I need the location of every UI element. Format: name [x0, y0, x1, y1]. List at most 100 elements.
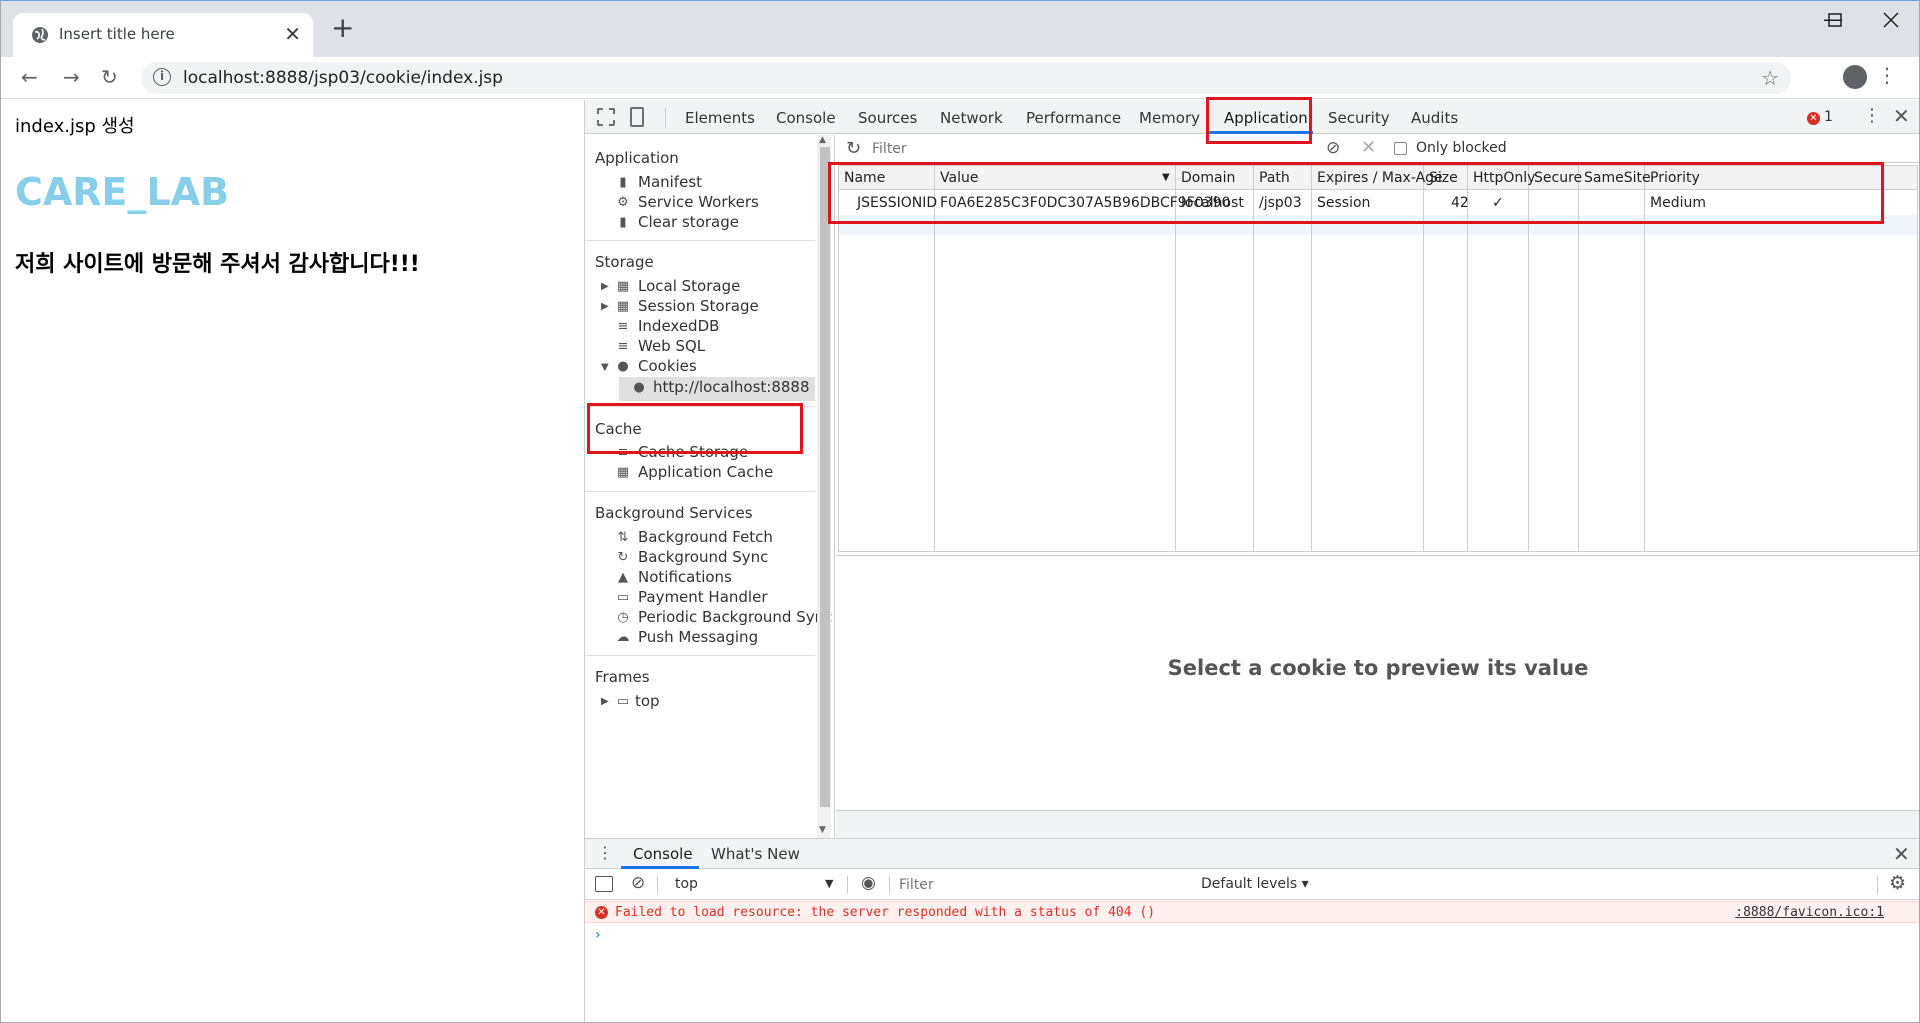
cloud-icon: ☁ — [616, 630, 630, 645]
inspect-icon[interactable] — [597, 108, 615, 126]
sidebar-item-cookie-origin[interactable]: http://localhost:8888 — [653, 378, 810, 396]
browser-tab[interactable]: Insert title here ✕ — [13, 13, 313, 57]
sidebar-item-periodic-background-sync[interactable]: Periodic Background Sync — [638, 608, 832, 626]
column-header-path[interactable]: Path — [1259, 170, 1290, 186]
info-icon[interactable]: i — [153, 68, 171, 86]
devtools-tabbar: Elements Console Sources Network Perform… — [585, 100, 1919, 134]
delete-selected-icon[interactable]: ✕ — [1361, 137, 1376, 158]
tab-audits[interactable]: Audits — [1411, 109, 1458, 127]
sidebar-item-manifest[interactable]: Manifest — [638, 173, 702, 191]
scroll-down-icon[interactable]: ▼ — [819, 825, 826, 835]
column-header-samesite[interactable]: SameSite — [1584, 170, 1651, 186]
sidebar-item-cache-storage[interactable]: Cache Storage — [638, 443, 748, 461]
cookie-path-cell[interactable]: /jsp03 — [1259, 195, 1302, 211]
refresh-icon[interactable]: ↻ — [846, 138, 861, 159]
tab-close-icon[interactable]: ✕ — [284, 22, 301, 46]
divider — [585, 406, 815, 407]
cookie-filter-input[interactable] — [872, 138, 1312, 160]
application-sidebar: Application ▮ Manifest ⚙ Service Workers… — [585, 135, 835, 838]
console-prompt[interactable]: › — [595, 927, 601, 943]
drawer-tab-whats-new[interactable]: What's New — [711, 845, 800, 863]
column-divider — [935, 166, 1176, 551]
tab-application[interactable]: Application — [1224, 109, 1308, 127]
star-icon[interactable]: ☆ — [1761, 66, 1779, 90]
column-header-domain[interactable]: Domain — [1181, 170, 1235, 186]
log-levels-dropdown[interactable]: Default levels ▾ — [1201, 876, 1309, 892]
tab-network[interactable]: Network — [940, 109, 1003, 127]
reload-icon[interactable]: ↻ — [101, 65, 118, 89]
column-header-size[interactable]: Size — [1429, 170, 1458, 186]
expand-icon[interactable]: ▶ — [601, 696, 609, 707]
gear-icon[interactable]: ⚙ — [1889, 872, 1906, 894]
tab-security[interactable]: Security — [1328, 109, 1390, 127]
error-source-link[interactable]: :8888/favicon.ico:1 — [1735, 905, 1884, 920]
sidebar-item-web-sql[interactable]: Web SQL — [638, 337, 705, 355]
address-bar[interactable]: i localhost:8888/jsp03/cookie/index.jsp … — [141, 62, 1791, 94]
drawer-menu-icon[interactable]: ⋮ — [597, 843, 613, 862]
sidebar-item-payment-handler[interactable]: Payment Handler — [638, 588, 768, 606]
scroll-up-icon[interactable]: ▲ — [819, 135, 826, 145]
column-header-value[interactable]: Value — [940, 170, 978, 186]
sidebar-item-application-cache[interactable]: Application Cache — [638, 463, 773, 481]
sidebar-item-service-workers[interactable]: Service Workers — [638, 193, 759, 211]
cookie-name-cell[interactable]: JSESSIONID — [857, 195, 937, 211]
expand-icon[interactable]: ▶ — [601, 281, 609, 292]
console-filter-input[interactable] — [899, 874, 1199, 896]
url-text[interactable]: localhost:8888/jsp03/cookie/index.jsp — [183, 68, 503, 88]
sidebar-header-application: Application — [595, 149, 679, 167]
sidebar-item-local-storage[interactable]: Local Storage — [638, 277, 740, 295]
devtools-menu-icon[interactable]: ⋮ — [1863, 105, 1881, 126]
tab-console[interactable]: Console — [776, 109, 836, 127]
chevron-down-icon[interactable]: ▼ — [825, 877, 833, 890]
sidebar-item-session-storage[interactable]: Session Storage — [638, 297, 759, 315]
column-header-priority[interactable]: Priority — [1650, 170, 1700, 186]
sidebar-item-indexeddb[interactable]: IndexedDB — [638, 317, 719, 335]
tab-sources[interactable]: Sources — [858, 109, 917, 127]
tab-elements[interactable]: Elements — [685, 109, 755, 127]
drawer-tab-console[interactable]: Console — [633, 845, 693, 863]
expand-icon[interactable]: ▶ — [601, 301, 609, 312]
column-header-secure[interactable]: Secure — [1534, 170, 1582, 186]
arrows-updown-icon: ⇅ — [617, 530, 629, 545]
tab-memory[interactable]: Memory — [1139, 109, 1200, 127]
cookie-priority-cell[interactable]: Medium — [1650, 195, 1706, 211]
sidebar-item-background-fetch[interactable]: Background Fetch — [638, 528, 773, 546]
collapse-icon[interactable]: ▼ — [601, 362, 609, 373]
profile-icon[interactable] — [1843, 65, 1867, 89]
device-toolbar-icon[interactable] — [630, 107, 644, 127]
sidebar-item-background-sync[interactable]: Background Sync — [638, 548, 768, 566]
sync-icon: ↻ — [617, 550, 629, 565]
scrollbar-thumb[interactable] — [820, 147, 830, 807]
only-blocked-checkbox[interactable] — [1394, 142, 1407, 155]
context-selector[interactable]: top — [675, 876, 698, 892]
new-tab-button[interactable]: + — [331, 14, 354, 42]
sidebar-item-clear-storage[interactable]: Clear storage — [638, 213, 739, 231]
close-icon[interactable] — [1883, 12, 1899, 28]
maximize-icon[interactable] — [1828, 13, 1842, 27]
clear-all-icon[interactable]: ⊘ — [1326, 138, 1340, 158]
cookie-expires-cell[interactable]: Session — [1317, 195, 1370, 211]
cookie-httponly-cell[interactable]: ✓ — [1492, 195, 1504, 211]
forward-icon[interactable]: → — [63, 65, 80, 89]
kebab-icon[interactable]: ⋮ — [1877, 63, 1897, 87]
sidebar-scrollbar[interactable]: ▲ ▼ — [817, 135, 831, 838]
cookie-domain-cell[interactable]: localhost — [1181, 195, 1244, 211]
back-icon[interactable]: ← — [21, 65, 38, 89]
tab-performance[interactable]: Performance — [1026, 109, 1121, 127]
cookie-size-cell[interactable]: 42 — [1451, 195, 1469, 211]
trash-icon: ▮ — [619, 215, 627, 230]
column-header-expires[interactable]: Expires / Max-Age — [1317, 170, 1443, 186]
sidebar-item-cookies[interactable]: Cookies — [638, 357, 697, 375]
column-header-name[interactable]: Name — [844, 170, 885, 186]
clear-console-icon[interactable]: ⊘ — [631, 873, 645, 893]
sidebar-item-notifications[interactable]: Notifications — [638, 568, 732, 586]
globe-icon — [32, 27, 48, 43]
devtools-close-icon[interactable]: ✕ — [1893, 104, 1910, 128]
drawer-close-icon[interactable]: ✕ — [1893, 842, 1910, 866]
eye-icon[interactable]: ◉ — [861, 873, 876, 893]
column-header-httponly[interactable]: HttpOnly — [1473, 170, 1535, 186]
sidebar-item-push-messaging[interactable]: Push Messaging — [638, 628, 758, 646]
error-counter[interactable]: ✕ 1 — [1807, 109, 1833, 125]
sidebar-item-frame-top[interactable]: top — [635, 692, 660, 710]
sidebar-toggle-icon[interactable] — [595, 876, 613, 892]
